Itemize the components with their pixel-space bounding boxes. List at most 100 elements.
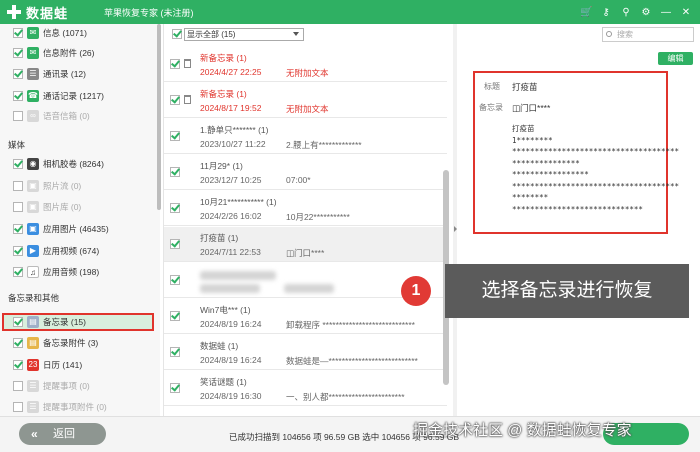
title-label: 标题 <box>484 82 500 91</box>
calendar-icon: 23 <box>27 359 39 371</box>
edit-button[interactable]: 编辑 <box>658 52 693 65</box>
app-title: 苹果恢复专家 (未注册) <box>104 7 194 18</box>
category-checkbox[interactable] <box>13 267 23 277</box>
list-item[interactable]: 1.静单只******* (1) 2023/10/27 11:22 2.腰上有***… <box>164 119 447 154</box>
instruction-callout: 选择备忘录进行恢复 <box>445 264 689 318</box>
search-input[interactable]: 搜索 <box>602 27 694 42</box>
category-checkbox[interactable] <box>13 28 23 38</box>
category-checkbox[interactable] <box>13 402 23 412</box>
sidebar-item-message[interactable]: ✉ 信息 (1071) <box>13 24 87 42</box>
item-title: 笑话谜题 (1) <box>200 377 247 387</box>
key-icon[interactable]: ⚷ <box>600 7 612 18</box>
list-item[interactable]: Win7电*** (1) 2024/8/19 16:24 卸载程序 ********… <box>164 299 447 334</box>
item-checkbox[interactable] <box>170 59 180 69</box>
category-checkbox[interactable] <box>13 246 23 256</box>
item-title: 新备忘录 (1) <box>200 53 247 63</box>
item-preview: 数据蛙是—*************************** <box>286 356 418 366</box>
category-checkbox[interactable] <box>13 317 23 327</box>
title-bar: 数据蛙 苹果恢复专家 (未注册) 🛒 ⚷ ⚲ ⚙ — ✕ <box>0 0 700 24</box>
item-checkbox[interactable] <box>170 347 180 357</box>
attachment-icon: ✉ <box>27 47 39 59</box>
photo-stream-icon: ▣ <box>27 180 39 192</box>
close-icon[interactable]: ✕ <box>680 7 692 18</box>
sidebar-item-photo-library[interactable]: ▣ 图片库 (0) <box>13 198 81 216</box>
sidebar-item-label: 提醒事项附件 (0) <box>43 402 107 412</box>
category-checkbox[interactable] <box>13 69 23 79</box>
trash-icon <box>184 95 191 104</box>
category-checkbox[interactable] <box>13 91 23 101</box>
sidebar-item-label: 备忘录附件 (3) <box>43 338 99 348</box>
item-date: 2024/8/19 16:30 <box>200 391 262 401</box>
cart-icon[interactable]: 🛒 <box>580 7 592 18</box>
item-checkbox[interactable] <box>170 275 180 285</box>
sidebar-scrollbar[interactable] <box>157 24 161 210</box>
sidebar-item-label: 应用视频 (674) <box>43 246 100 256</box>
list-item[interactable]: 11月29* (1) 2023/12/7 10:25 07:00* <box>164 155 447 190</box>
sidebar-item-photo-stream[interactable]: ▣ 照片流 (0) <box>13 177 81 195</box>
notes-list: 显示全部 (15) 新备忘录 (1) 2024/4/27 22:25 无附加文本 新备… <box>163 24 453 416</box>
sidebar-item-notes[interactable]: ▤ 备忘录 (15) <box>2 313 154 331</box>
list-item[interactable]: 数据蛙 (1) 2024/8/19 16:24 数据蛙是—*************… <box>164 335 447 370</box>
category-checkbox[interactable] <box>13 338 23 348</box>
item-checkbox[interactable] <box>170 239 180 249</box>
list-item[interactable]: 新备忘录 (1) 2024/8/17 19:52 无附加文本 <box>164 83 447 118</box>
sidebar-item-label: 语音信箱 (0) <box>43 111 90 121</box>
list-item[interactable]: 笑话谜题 (1) 2024/8/19 16:30 一、别人都************… <box>164 371 447 406</box>
category-checkbox[interactable] <box>13 202 23 212</box>
sidebar-item-reminders[interactable]: ☰ 提醒事项 (0) <box>13 377 90 395</box>
list-item[interactable]: 打疫苗 (1) 2024/7/11 22:53 ◫门口**** <box>164 227 447 262</box>
item-checkbox[interactable] <box>170 131 180 141</box>
redacted-text <box>200 271 276 280</box>
location-icon[interactable]: ⚲ <box>620 7 632 18</box>
step-badge: 1 <box>401 276 431 306</box>
message-icon: ✉ <box>27 27 39 39</box>
sidebar-item-app-audio[interactable]: ♫ 应用音频 (198) <box>13 263 99 281</box>
item-checkbox[interactable] <box>170 383 180 393</box>
sidebar-item-app-photo[interactable]: ▣ 应用图片 (46435) <box>13 220 109 238</box>
category-checkbox[interactable] <box>13 181 23 191</box>
item-date: 2024/8/19 16:24 <box>200 355 262 365</box>
back-button[interactable]: « 返回 <box>19 423 106 445</box>
item-checkbox[interactable] <box>170 311 180 321</box>
list-item[interactable]: 10月21*********** (1) 2024/2/26 16:02 10月22… <box>164 191 447 226</box>
minimize-icon[interactable]: — <box>660 7 672 18</box>
sidebar-item-voicemail[interactable]: ∞ 语音信箱 (0) <box>13 107 90 125</box>
item-preview: 10月22*********** <box>286 212 350 222</box>
sidebar-item-attachment[interactable]: ✉ 信息附件 (26) <box>13 44 94 62</box>
item-checkbox[interactable] <box>170 203 180 213</box>
sidebar-item-contacts[interactable]: ☰ 通讯录 (12) <box>13 65 86 83</box>
sidebar-item-label: 信息 (1071) <box>43 28 87 38</box>
category-checkbox[interactable] <box>13 381 23 391</box>
item-preview: 卸载程序 **************************** <box>286 320 415 330</box>
sidebar-item-reminders-attachment[interactable]: ☰ 提醒事项附件 (0) <box>13 398 107 416</box>
sidebar-item-app-video[interactable]: ▶ 应用视频 (674) <box>13 242 99 260</box>
pane-splitter[interactable] <box>453 24 457 416</box>
item-checkbox[interactable] <box>170 95 180 105</box>
item-title: 10月21*********** (1) <box>200 197 277 207</box>
select-all-checkbox[interactable] <box>172 29 182 39</box>
sidebar-item-calendar[interactable]: 23 日历 (141) <box>13 356 82 374</box>
item-preview: 无附加文本 <box>286 68 329 78</box>
item-date: 2024/8/19 16:24 <box>200 319 262 329</box>
category-checkbox[interactable] <box>13 224 23 234</box>
collapse-arrow-icon[interactable] <box>454 226 457 232</box>
sidebar-item-label: 通话记录 (1217) <box>43 91 104 101</box>
sidebar-item-camera[interactable]: ◉ 相机胶卷 (8264) <box>13 155 104 173</box>
item-preview: 无附加文本 <box>286 104 329 114</box>
list-item[interactable]: 新备忘录 (1) 2024/4/27 22:25 无附加文本 <box>164 47 447 82</box>
filter-dropdown[interactable]: 显示全部 (15) <box>184 27 304 41</box>
redacted-text <box>200 284 260 293</box>
note-detail: 标题 打疫苗 备忘录 ◫门口**** 打疫苗 1******** *******… <box>473 71 679 234</box>
category-checkbox[interactable] <box>13 159 23 169</box>
category-checkbox[interactable] <box>13 48 23 58</box>
item-date: 2023/10/27 11:22 <box>200 139 266 149</box>
memo-value: ◫门口**** <box>512 103 551 113</box>
settings-icon[interactable]: ⚙ <box>640 7 652 18</box>
item-checkbox[interactable] <box>170 167 180 177</box>
section-heading-notes-other: 备忘录和其他 <box>8 293 60 303</box>
category-checkbox[interactable] <box>13 360 23 370</box>
category-checkbox[interactable] <box>13 111 23 121</box>
sidebar-item-call-log[interactable]: ☎ 通话记录 (1217) <box>13 87 104 105</box>
sidebar-item-notes-attachment[interactable]: ▤ 备忘录附件 (3) <box>13 334 98 352</box>
item-preview: 07:00* <box>286 175 311 185</box>
